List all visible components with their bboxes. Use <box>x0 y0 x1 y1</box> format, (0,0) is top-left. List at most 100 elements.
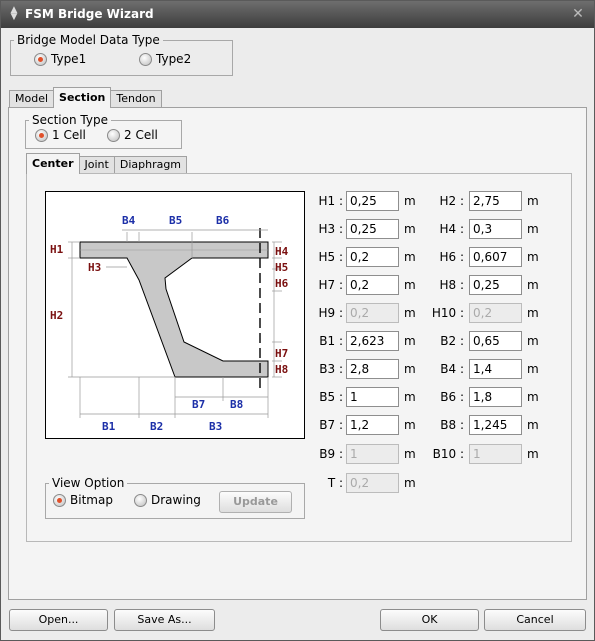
tab-center[interactable]: Center <box>26 153 80 174</box>
section-type-legend: Section Type <box>32 113 108 127</box>
radio-bitmap-indicator <box>53 493 66 507</box>
radio-drawing-label: Drawing <box>151 493 201 507</box>
param-input[interactable]: 0,65 <box>469 331 522 351</box>
param-unit: m <box>527 418 539 432</box>
param-input[interactable]: 1,8 <box>469 387 522 407</box>
param-label: B4 : <box>440 362 464 376</box>
window-title: FSM Bridge Wizard <box>25 7 154 21</box>
tab-joint[interactable]: Joint <box>78 156 115 174</box>
radio-bitmap[interactable]: Bitmap <box>53 493 113 507</box>
box-girder-section <box>79 241 269 378</box>
radio-1-cell[interactable]: 1 Cell <box>35 128 86 142</box>
radio-bitmap-label: Bitmap <box>70 493 113 507</box>
param-label: B7 : <box>319 418 343 432</box>
param-unit: m <box>404 362 416 376</box>
label-b4: B4 <box>122 214 136 227</box>
close-icon[interactable]: ✕ <box>570 6 586 22</box>
title-bar[interactable]: ▲ ▼ FSM Bridge Wizard ✕ <box>1 1 594 28</box>
radio-drawing-indicator <box>134 493 147 507</box>
radio-type2-indicator <box>139 52 152 66</box>
param-label: B5 : <box>319 390 343 404</box>
param-unit: m <box>404 278 416 292</box>
radio-2-cell[interactable]: 2 Cell <box>107 128 158 142</box>
param-label: B9 : <box>319 447 343 461</box>
tab-tendon[interactable]: Tendon <box>110 90 162 108</box>
param-label: H8 : <box>439 278 464 292</box>
param-unit: m <box>404 390 416 404</box>
param-label: H2 : <box>439 194 464 208</box>
cancel-button[interactable]: Cancel <box>484 609 586 631</box>
param-unit: m <box>527 222 539 236</box>
label-h7: H7 <box>275 347 288 360</box>
open-button[interactable]: Open... <box>9 609 108 631</box>
param-unit: m <box>404 334 416 348</box>
param-input: 1 <box>346 444 399 464</box>
param-input[interactable]: 2,623 <box>346 331 399 351</box>
param-input[interactable]: 0,607 <box>469 247 522 267</box>
param-label: H7 : <box>318 278 343 292</box>
param-unit: m <box>404 476 416 490</box>
param-unit: m <box>404 250 416 264</box>
param-unit: m <box>527 447 539 461</box>
param-label: H6 : <box>439 250 464 264</box>
param-input[interactable]: 1,245 <box>469 415 522 435</box>
param-input[interactable]: 0,2 <box>346 275 399 295</box>
param-label: H9 : <box>318 306 343 320</box>
radio-1-cell-indicator <box>35 128 48 142</box>
label-h2: H2 <box>50 309 63 322</box>
radio-2-cell-indicator <box>107 128 120 142</box>
label-b6: B6 <box>216 214 230 227</box>
param-input: 0,2 <box>346 473 399 493</box>
param-input: 0,2 <box>346 303 399 323</box>
section-diagram: B4 B5 B6 H1 H3 H2 H4 H5 H6 H7 H8 B7 B8 B… <box>45 191 305 439</box>
param-unit: m <box>527 278 539 292</box>
radio-1-cell-label: 1 Cell <box>52 128 86 142</box>
param-label: T : <box>327 476 343 490</box>
param-unit: m <box>527 390 539 404</box>
param-label: B3 : <box>319 362 343 376</box>
param-input[interactable]: 0,3 <box>469 219 522 239</box>
label-b1: B1 <box>102 420 116 433</box>
view-option-legend: View Option <box>52 476 125 490</box>
label-h4: H4 <box>275 245 289 258</box>
param-unit: m <box>527 250 539 264</box>
param-input[interactable]: 2,8 <box>346 359 399 379</box>
param-input[interactable]: 0,25 <box>346 219 399 239</box>
radio-type2-label: Type2 <box>156 52 192 66</box>
param-input[interactable]: 1,2 <box>346 415 399 435</box>
sub-tabstrip: Center Joint Diaphragm <box>26 153 188 174</box>
param-unit: m <box>404 222 416 236</box>
param-label: B10 : <box>432 447 464 461</box>
radio-type2[interactable]: Type2 <box>139 52 191 66</box>
param-input[interactable]: 2,75 <box>469 191 522 211</box>
tab-diaphragm[interactable]: Diaphragm <box>113 156 188 174</box>
param-input[interactable]: 1 <box>346 387 399 407</box>
label-h5: H5 <box>275 261 288 274</box>
tab-model[interactable]: Model <box>9 90 55 108</box>
radio-drawing[interactable]: Drawing <box>134 493 201 507</box>
tab-section[interactable]: Section <box>53 87 112 108</box>
param-label: H5 : <box>318 250 343 264</box>
param-unit: m <box>404 194 416 208</box>
ok-button[interactable]: OK <box>380 609 479 631</box>
radio-2-cell-label: 2 Cell <box>124 128 158 142</box>
update-button[interactable]: Update <box>219 491 292 513</box>
param-unit: m <box>527 306 539 320</box>
radio-type1[interactable]: Type1 <box>34 52 86 66</box>
param-unit: m <box>527 362 539 376</box>
save-as-button[interactable]: Save As... <box>114 609 215 631</box>
bridge-type-legend: Bridge Model Data Type <box>17 33 160 47</box>
label-h1: H1 <box>50 243 64 256</box>
label-h3: H3 <box>88 261 101 274</box>
param-input[interactable]: 0,2 <box>346 247 399 267</box>
label-b8: B8 <box>230 398 243 411</box>
param-label: H4 : <box>439 222 464 236</box>
param-unit: m <box>404 418 416 432</box>
app-icon: ▲ ▼ <box>10 5 18 22</box>
param-input[interactable]: 1,4 <box>469 359 522 379</box>
param-input[interactable]: 0,25 <box>346 191 399 211</box>
param-input[interactable]: 0,25 <box>469 275 522 295</box>
param-unit: m <box>527 334 539 348</box>
main-tabstrip: Model Section Tendon <box>9 87 162 108</box>
label-b3: B3 <box>209 420 222 433</box>
